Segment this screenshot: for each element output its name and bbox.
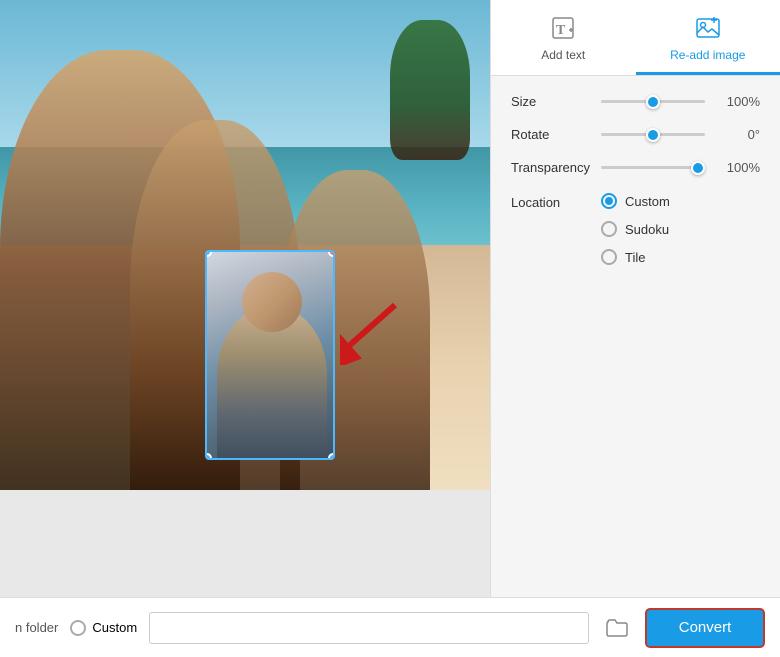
browse-folder-button[interactable] — [601, 612, 633, 644]
size-label: Size — [511, 94, 601, 109]
transparency-slider[interactable] — [601, 166, 705, 169]
main-area: T Add text Re-add image — [0, 0, 780, 597]
image-canvas — [0, 0, 490, 490]
location-label: Location — [511, 193, 601, 210]
transparency-control-row: Transparency 100% — [511, 160, 760, 175]
overlay-photo-inner — [207, 252, 333, 458]
svg-text:T: T — [556, 23, 566, 38]
controls-panel: Size 100% Rotate 0° Transparency — [491, 76, 780, 597]
rotate-label: Rotate — [511, 127, 601, 142]
rotate-slider-wrap — [601, 133, 705, 136]
tile-radio-label: Tile — [625, 250, 645, 265]
location-custom-option[interactable]: Custom — [601, 193, 670, 209]
size-control-row: Size 100% — [511, 94, 760, 109]
readd-image-label: Re-add image — [670, 48, 745, 62]
add-text-label: Add text — [541, 48, 585, 62]
readd-image-icon — [694, 14, 722, 42]
toolbar: T Add text Re-add image — [491, 0, 780, 76]
location-radio-group: Custom Sudoku Tile — [601, 193, 670, 265]
custom-radio-dot — [605, 197, 613, 205]
add-text-button[interactable]: T Add text — [491, 0, 636, 75]
rotate-control-row: Rotate 0° — [511, 127, 760, 142]
sudoku-radio-indicator — [601, 221, 617, 237]
size-slider-wrap — [601, 100, 705, 103]
inner-face — [242, 272, 302, 332]
folder-path-input[interactable] — [149, 612, 589, 644]
custom-radio-label: Custom — [625, 194, 670, 209]
right-panel: T Add text Re-add image — [490, 0, 780, 597]
sudoku-radio-label: Sudoku — [625, 222, 669, 237]
handle-tr[interactable] — [328, 250, 335, 257]
location-tile-option[interactable]: Tile — [601, 249, 670, 265]
tree-right — [390, 20, 470, 160]
add-text-icon: T — [549, 14, 577, 42]
folder-icon — [606, 618, 628, 638]
tile-radio-indicator — [601, 249, 617, 265]
gray-area-below — [0, 490, 490, 597]
folder-label: n folder — [15, 620, 58, 635]
custom-radio-indicator — [601, 193, 617, 209]
custom-folder-label: Custom — [92, 620, 137, 635]
convert-button[interactable]: Convert — [645, 608, 765, 648]
transparency-value: 100% — [715, 160, 760, 175]
custom-folder-radio-circle — [70, 620, 86, 636]
bottom-bar: n folder Custom Convert — [0, 597, 780, 657]
custom-folder-radio[interactable]: Custom — [70, 620, 137, 636]
transparency-label: Transparency — [511, 160, 601, 175]
size-value: 100% — [715, 94, 760, 109]
transparency-slider-wrap — [601, 166, 705, 169]
red-arrow-indicator — [340, 300, 400, 360]
readd-image-button[interactable]: Re-add image — [636, 0, 780, 75]
overlay-photo[interactable] — [205, 250, 335, 460]
handle-bl[interactable] — [205, 453, 212, 460]
rotate-slider[interactable] — [601, 133, 705, 136]
rotate-value: 0° — [715, 127, 760, 142]
location-control-row: Location Custom Sudoku Tile — [511, 193, 760, 265]
size-slider[interactable] — [601, 100, 705, 103]
location-sudoku-option[interactable]: Sudoku — [601, 221, 670, 237]
